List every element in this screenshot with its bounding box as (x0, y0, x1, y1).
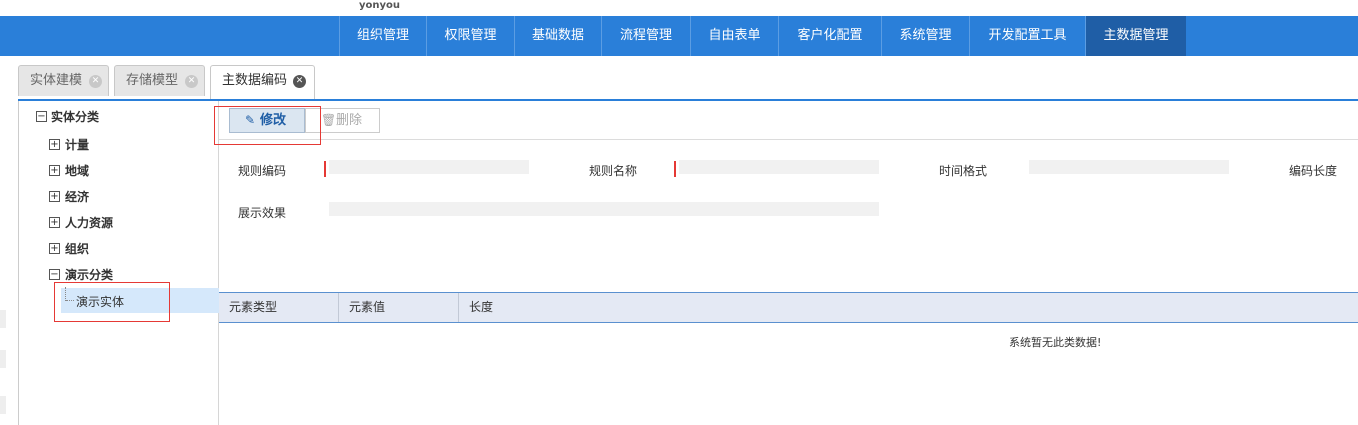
tree-node-label[interactable]: 人力资源 (65, 213, 113, 233)
tree-leaf-demo-entity[interactable]: 演示实体 (76, 293, 124, 310)
collapse-icon[interactable]: − (36, 111, 47, 122)
nav-item-devtools[interactable]: 开发配置工具 (969, 16, 1085, 56)
tree-node-label[interactable]: 组织 (65, 239, 89, 259)
rule-name-label: 规则名称 (589, 164, 638, 178)
nav-item-system[interactable]: 系统管理 (881, 16, 969, 56)
tree-node-label[interactable]: 经济 (65, 187, 89, 207)
empty-data-message: 系统暂无此类数据! (1009, 336, 1102, 349)
close-circle-icon[interactable]: ✕ (89, 75, 102, 88)
expand-icon[interactable]: + (49, 191, 60, 202)
tree-node-label[interactable]: 演示分类 (65, 265, 113, 285)
nav-item-freeform[interactable]: 自由表单 (690, 16, 778, 56)
required-marker (324, 161, 326, 177)
column-element-type[interactable]: 元素类型 (219, 293, 339, 322)
preview-label: 展示效果 (238, 206, 287, 220)
time-format-label: 时间格式 (939, 164, 988, 178)
delete-button-label: 删除 (336, 113, 363, 128)
rule-name-input[interactable] (679, 160, 879, 174)
close-circle-icon[interactable]: ✕ (185, 75, 198, 88)
edit-button-label: 修改 (260, 113, 287, 128)
delete-button[interactable]: 🗑 删除 (305, 108, 380, 133)
tab-label: 主数据编码 (222, 73, 288, 88)
expand-icon[interactable]: + (49, 243, 60, 254)
tab-entity-modeling[interactable]: 实体建模 ✕ (18, 65, 109, 96)
category-tree: − 实体分类 + 计量 + 地域 + 经济 + 人力资源 + 组织 − 演示分类… (18, 101, 219, 425)
rule-code-label: 规则编码 (238, 164, 287, 178)
tree-root-label[interactable]: 实体分类 (51, 107, 99, 127)
tab-master-data-code[interactable]: 主数据编码 ✕ (210, 65, 315, 99)
column-element-value[interactable]: 元素值 (339, 293, 459, 322)
expand-icon[interactable]: + (49, 139, 60, 150)
tab-bar: 实体建模 ✕ 存储模型 ✕ 主数据编码 ✕ (18, 62, 1358, 101)
expand-icon[interactable]: + (49, 217, 60, 228)
edit-icon: ✎ (245, 113, 256, 127)
trash-icon: 🗑 (321, 113, 337, 127)
tree-node-label[interactable]: 地域 (65, 161, 89, 181)
brand-logo: yonyou (359, 0, 401, 11)
rule-code-input[interactable] (329, 160, 529, 174)
top-navbar: 组织管理 权限管理 基础数据 流程管理 自由表单 客户化配置 系统管理 开发配置… (0, 16, 1358, 56)
toolbar: ✎ 修改 🗑 删除 (219, 101, 1358, 140)
time-format-input[interactable] (1029, 160, 1229, 174)
nav-item-masterdata[interactable]: 主数据管理 (1085, 16, 1186, 56)
close-circle-icon[interactable]: ✕ (293, 75, 306, 88)
tab-label: 实体建模 (30, 73, 83, 88)
logo-strip: yonyou (0, 0, 1358, 16)
column-length[interactable]: 长度 (459, 293, 579, 322)
grid-header: 元素类型 元素值 长度 (219, 292, 1358, 323)
tree-connector (65, 287, 66, 301)
expand-icon[interactable]: + (49, 165, 60, 176)
tab-storage-model[interactable]: 存储模型 ✕ (114, 65, 205, 96)
left-edge-markers (0, 300, 8, 425)
tree-connector (66, 300, 74, 301)
preview-input[interactable] (329, 202, 879, 216)
nav-item-permissions[interactable]: 权限管理 (426, 16, 514, 56)
required-marker (674, 161, 676, 177)
collapse-icon[interactable]: − (49, 269, 60, 280)
tab-label: 存储模型 (126, 73, 179, 88)
edit-button[interactable]: ✎ 修改 (229, 108, 305, 133)
nav-item-basedata[interactable]: 基础数据 (514, 16, 601, 56)
nav-item-org[interactable]: 组织管理 (339, 16, 426, 56)
nav-item-workflow[interactable]: 流程管理 (601, 16, 690, 56)
nav-item-customization[interactable]: 客户化配置 (778, 16, 881, 56)
tree-node-label[interactable]: 计量 (65, 135, 89, 155)
code-length-label: 编码长度 (1289, 164, 1338, 178)
